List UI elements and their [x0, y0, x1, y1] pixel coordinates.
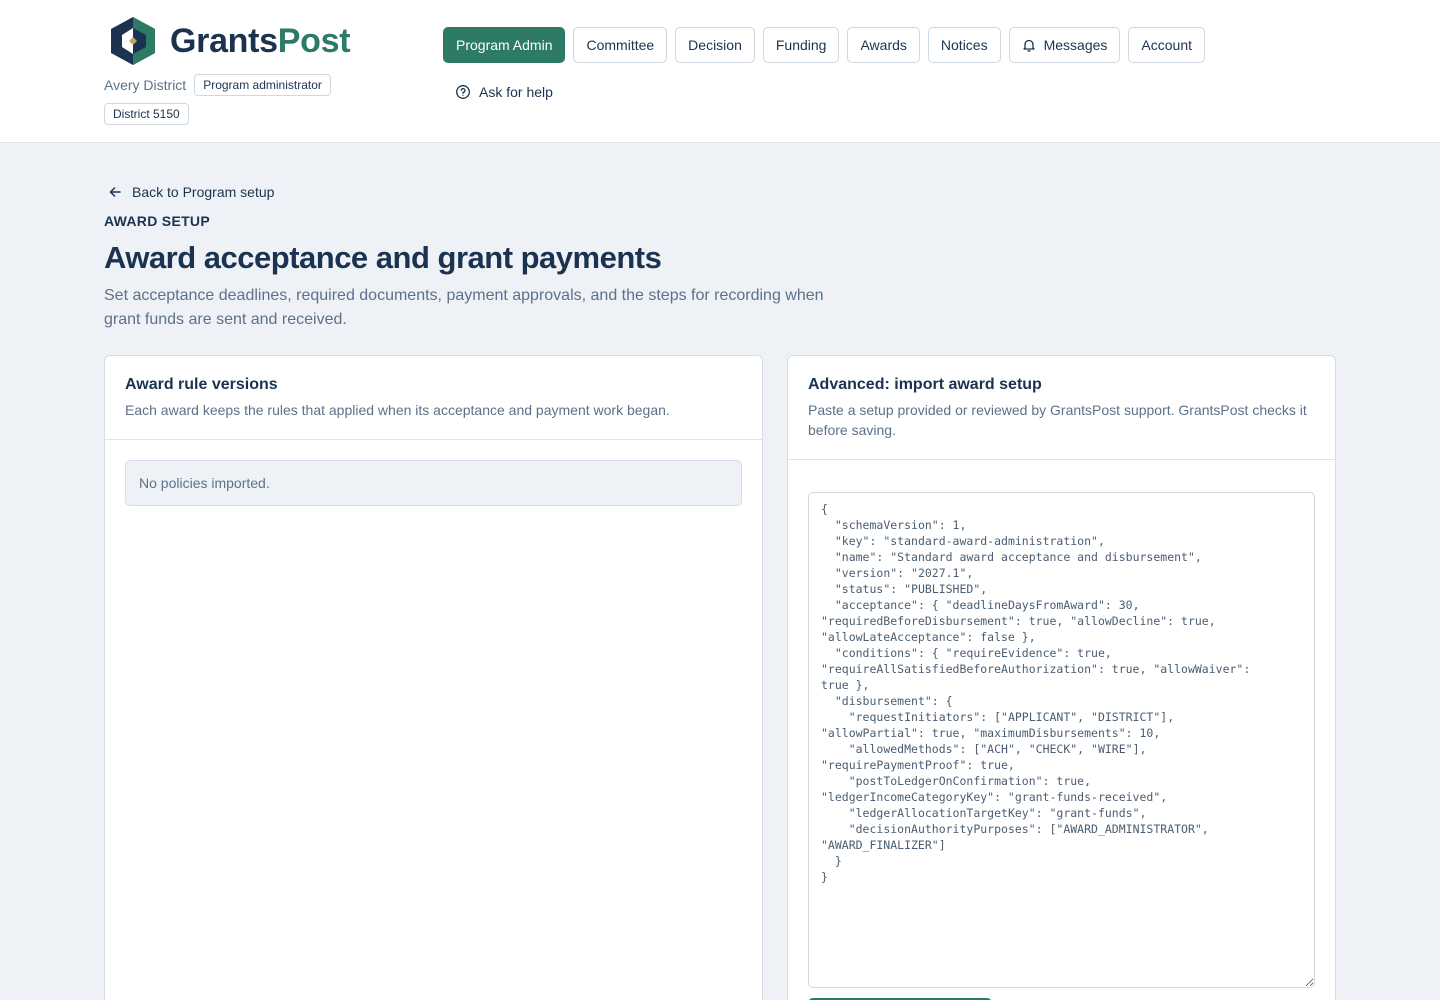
back-link-label: Back to Program setup	[132, 184, 275, 200]
main-nav: Program Admin Committee Decision Funding…	[443, 27, 1213, 63]
top-bar: GrantsPost Avery District Program admini…	[0, 0, 1440, 143]
nav-messages-label: Messages	[1043, 37, 1108, 53]
ask-for-help-label: Ask for help	[479, 84, 553, 100]
import-award-setup-card: Advanced: import award setup Paste a set…	[787, 355, 1336, 1000]
nav-committee[interactable]: Committee	[573, 27, 668, 63]
tenant-name: Avery District	[104, 77, 187, 93]
brand-name-part2: Post	[277, 22, 351, 60]
bell-icon	[1022, 39, 1035, 52]
nav-messages[interactable]: Messages	[1008, 27, 1121, 63]
card-subtitle: Each award keeps the rules that applied …	[125, 402, 670, 418]
district-badge: District 5150	[104, 103, 189, 125]
ask-for-help-link[interactable]: Ask for help	[455, 84, 553, 100]
page-description: Set acceptance deadlines, required docum…	[104, 287, 824, 328]
nav-funding[interactable]: Funding	[762, 27, 840, 63]
brand-name: GrantsPost	[170, 22, 351, 60]
card-subtitle: Paste a setup provided or reviewed by Gr…	[808, 402, 1307, 438]
card-header: Award rule versions Each award keeps the…	[105, 356, 762, 440]
nav-account[interactable]: Account	[1128, 27, 1205, 63]
tenant-row: Avery District Program administrator	[104, 74, 331, 96]
setup-json-textarea[interactable]: { "schemaVersion": 1, "key": "standard-a…	[808, 492, 1315, 988]
help-circle-icon	[456, 85, 470, 99]
hexagon-logo-icon	[111, 17, 155, 65]
award-rule-versions-card: Award rule versions Each award keeps the…	[104, 355, 763, 1000]
card-title: Advanced: import award setup	[808, 376, 1042, 393]
brand-logo[interactable]: GrantsPost	[104, 14, 351, 68]
section-eyebrow: AWARD SETUP	[104, 213, 210, 229]
arrow-left-icon	[109, 187, 121, 197]
empty-state: No policies imported.	[125, 460, 742, 506]
brand-name-part1: Grants	[170, 22, 278, 60]
nav-awards[interactable]: Awards	[847, 27, 920, 63]
card-header: Advanced: import award setup Paste a set…	[788, 356, 1335, 460]
page-title: Award acceptance and grant payments	[104, 240, 662, 275]
nav-program-admin[interactable]: Program Admin	[443, 27, 566, 63]
card-title: Award rule versions	[125, 376, 278, 393]
back-to-program-setup-link[interactable]: Back to Program setup	[108, 184, 274, 200]
nav-decision[interactable]: Decision	[675, 27, 755, 63]
role-badge: Program administrator	[194, 74, 331, 96]
nav-notices[interactable]: Notices	[927, 27, 1001, 63]
